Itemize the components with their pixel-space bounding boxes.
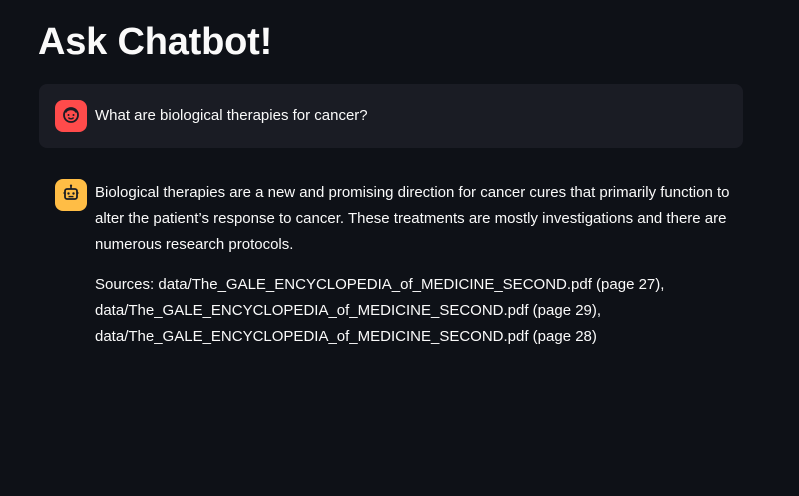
app-page: Ask Chatbot! What are biological therapi… <box>0 0 799 496</box>
assistant-answer-text: Biological therapies are a new and promi… <box>95 184 730 253</box>
source-line: Sources: data/The_GALE_ENCYCLOPEDIA_of_M… <box>95 276 665 293</box>
user-message-text: What are biological therapies for cancer… <box>95 107 368 124</box>
assistant-avatar <box>55 179 87 211</box>
assistant-chat-message: Biological therapies are a new and promi… <box>95 180 743 364</box>
user-avatar <box>55 100 87 132</box>
user-chat-message: What are biological therapies for cancer… <box>39 84 743 148</box>
robot-icon <box>61 183 81 208</box>
source-line: data/The_GALE_ENCYCLOPEDIA_of_MEDICINE_S… <box>95 328 597 345</box>
user-face-icon <box>61 104 81 129</box>
source-line: data/The_GALE_ENCYCLOPEDIA_of_MEDICINE_S… <box>95 302 602 319</box>
page-title: Ask Chatbot! <box>38 21 273 63</box>
assistant-sources: Sources: data/The_GALE_ENCYCLOPEDIA_of_M… <box>95 272 743 350</box>
